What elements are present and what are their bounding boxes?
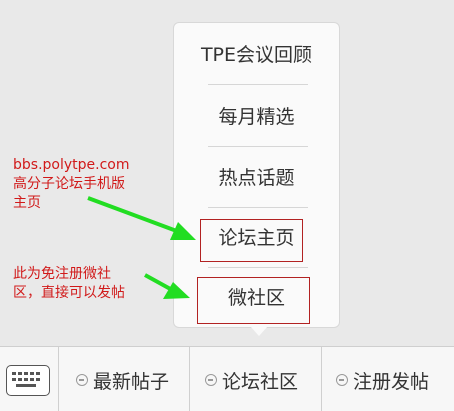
tab-label: 最新帖子: [93, 370, 170, 393]
keyboard-icon[interactable]: [6, 365, 50, 396]
tab-separator: [189, 347, 190, 411]
tab-latest-posts[interactable]: 最新帖子: [76, 365, 169, 395]
minus-circle-icon: [336, 374, 348, 386]
arrow-to-forum-home: [87, 196, 183, 235]
tab-label: 注册发帖: [353, 370, 430, 393]
minus-circle-icon: [76, 374, 88, 386]
tab-separator: [321, 347, 322, 411]
arrow-head-micro-community: [163, 282, 190, 299]
tab-forum-community[interactable]: 论坛社区: [205, 365, 298, 395]
tab-separator: [58, 347, 59, 411]
bottom-nav-bar: 最新帖子 论坛社区 注册发帖: [0, 346, 454, 411]
minus-circle-icon: [205, 374, 217, 386]
tab-register-post[interactable]: 注册发帖: [336, 365, 429, 395]
tab-label: 论坛社区: [222, 370, 299, 393]
